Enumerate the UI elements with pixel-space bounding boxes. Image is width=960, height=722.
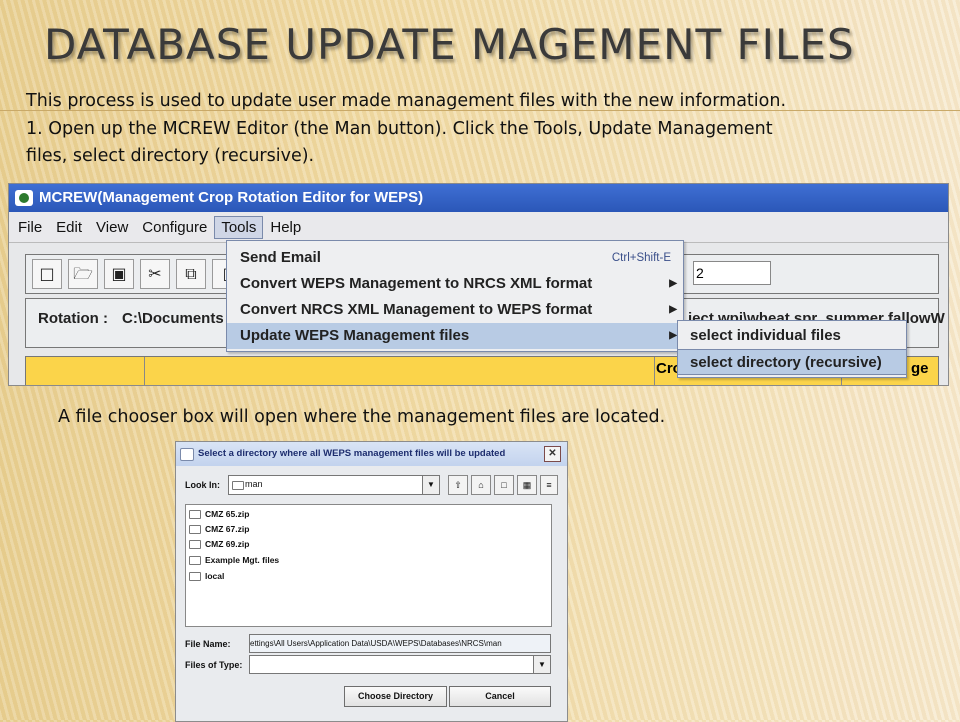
grid-col	[26, 357, 145, 385]
menu-help[interactable]: Help	[263, 216, 308, 239]
file-name-label: File Name:	[185, 639, 231, 649]
files-of-type-select[interactable]: ▼	[249, 655, 551, 674]
cut-icon[interactable]: ✂	[140, 259, 170, 289]
caption-text: A file chooser box will open where the m…	[58, 407, 666, 427]
list-item[interactable]: Example Mgt. files	[189, 555, 280, 566]
intro-line: files, select directory (recursive).	[26, 146, 315, 166]
menu-item-update-weps-management[interactable]: Update WEPS Management files ▶	[227, 323, 683, 349]
app-icon	[180, 447, 194, 461]
file-name-input[interactable]: ettings\All Users\Application Data\USDA\…	[249, 634, 551, 653]
menu-item-label: Send Email	[240, 249, 321, 266]
close-icon[interactable]: ✕	[544, 446, 561, 462]
app-icon	[15, 190, 33, 206]
menu-tools[interactable]: Tools	[214, 215, 264, 239]
chevron-down-icon[interactable]: ▼	[422, 476, 439, 494]
menu-item-label: Convert WEPS Management to NRCS XML form…	[240, 275, 593, 292]
list-view-icon[interactable]: ▦	[517, 475, 537, 495]
new-file-icon[interactable]: □	[32, 259, 62, 289]
choose-directory-button[interactable]: Choose Directory	[344, 686, 447, 707]
number-field[interactable]: 2	[693, 261, 771, 285]
chevron-down-icon[interactable]: ▼	[533, 656, 550, 673]
look-in-value: man	[245, 479, 263, 489]
menu-view[interactable]: View	[89, 216, 135, 239]
submenu-arrow-icon: ▶	[669, 304, 677, 315]
submenu-arrow-icon: ▶	[669, 330, 677, 341]
menu-file[interactable]: File	[11, 216, 49, 239]
intro-line: This process is used to update user made…	[26, 91, 787, 111]
rotation-path: C:\Documents	[122, 310, 224, 327]
folder-icon	[189, 525, 201, 535]
submenu-arrow-icon: ▶	[669, 278, 677, 289]
save-icon[interactable]: ▣	[104, 259, 134, 289]
menu-item-send-email[interactable]: Send Email Ctrl+Shift-E	[227, 245, 683, 271]
menu-item-label: Update WEPS Management files	[240, 327, 470, 344]
chooser-title: Select a directory where all WEPS manage…	[198, 448, 506, 459]
folder-icon	[189, 572, 201, 582]
shortcut-label: Ctrl+Shift-E	[611, 252, 671, 264]
intro-line: 1. Open up the MCREW Editor (the Man but…	[26, 118, 773, 139]
open-folder-icon[interactable]: 🗁	[68, 259, 98, 289]
list-item[interactable]: CMZ 67.zip	[189, 524, 250, 535]
mcrew-title: MCREW(Management Crop Rotation Editor fo…	[39, 189, 424, 206]
rotation-label: Rotation :	[38, 310, 108, 327]
file-name: Example Mgt. files	[205, 555, 280, 565]
list-item[interactable]: local	[189, 571, 225, 582]
home-icon[interactable]: ⌂	[471, 475, 491, 495]
list-item[interactable]: CMZ 65.zip	[189, 509, 250, 520]
cancel-button[interactable]: Cancel	[449, 686, 551, 707]
file-name: CMZ 65.zip	[205, 509, 250, 519]
menu-item-convert-weps-to-nrcs[interactable]: Convert WEPS Management to NRCS XML form…	[227, 271, 683, 297]
file-name: local	[205, 571, 225, 581]
up-folder-icon[interactable]: ⇧	[448, 475, 468, 495]
folder-icon	[189, 540, 201, 550]
grid-col	[144, 357, 655, 385]
file-list[interactable]: CMZ 65.zip CMZ 67.zip CMZ 69.zip Example…	[185, 504, 552, 627]
menu-edit[interactable]: Edit	[49, 216, 89, 239]
submenu-item-select-directory[interactable]: select directory (recursive)	[678, 349, 906, 375]
update-submenu: select individual files select directory…	[677, 320, 907, 378]
look-in-label: Look In:	[185, 480, 220, 490]
list-item[interactable]: CMZ 69.zip	[189, 539, 250, 550]
files-of-type-label: Files of Type:	[185, 660, 243, 670]
folder-icon	[189, 556, 201, 566]
slide-title: DATABASE UPDATE MAGEMENT FILES	[44, 20, 855, 69]
chooser-title-bar: Select a directory where all WEPS manage…	[176, 442, 567, 466]
menu-item-convert-nrcs-to-weps[interactable]: Convert NRCS XML Management to WEPS form…	[227, 297, 683, 323]
intro-text: This process is used to update user made…	[26, 88, 926, 171]
submenu-item-select-individual-files[interactable]: select individual files	[678, 323, 906, 349]
details-view-icon[interactable]: ≡	[540, 475, 558, 495]
file-chooser-dialog: Select a directory where all WEPS manage…	[175, 441, 568, 722]
mcrew-menubar: File Edit View Configure Tools Help	[9, 212, 948, 243]
folder-icon	[232, 481, 244, 490]
menu-configure[interactable]: Configure	[135, 216, 214, 239]
file-name: CMZ 69.zip	[205, 539, 250, 549]
copy-icon[interactable]: ⧉	[176, 259, 206, 289]
mcrew-title-bar: MCREW(Management Crop Rotation Editor fo…	[9, 184, 948, 212]
menu-item-label: Convert NRCS XML Management to WEPS form…	[240, 301, 593, 318]
new-folder-icon[interactable]: □	[494, 475, 514, 495]
look-in-select[interactable]: man ▼	[228, 475, 440, 495]
folder-icon	[189, 510, 201, 520]
file-name: CMZ 67.zip	[205, 524, 250, 534]
tools-dropdown: Send Email Ctrl+Shift-E Convert WEPS Man…	[226, 240, 684, 352]
